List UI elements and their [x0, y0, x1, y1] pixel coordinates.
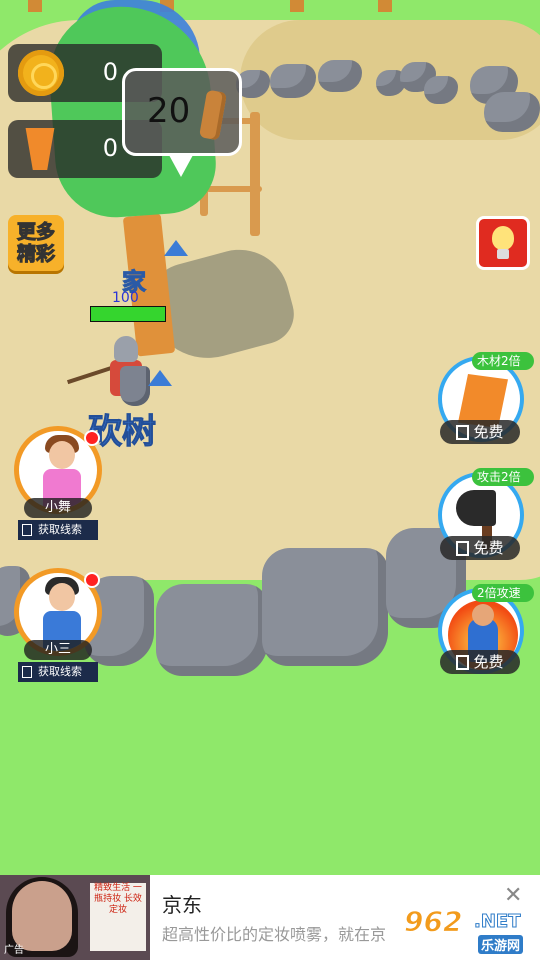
watermark-number: 962 — [403, 905, 463, 939]
watermark-net: .NET — [473, 911, 521, 933]
video-icon — [456, 540, 470, 556]
more-games-button[interactable]: 更多 精彩 — [8, 215, 64, 271]
player-hp-bar — [90, 306, 166, 322]
axe-icon — [456, 490, 496, 526]
ad-image[interactable]: 精致生活 一瓶持妆 长效定妆 广告 — [0, 875, 150, 960]
coin-icon — [18, 50, 64, 96]
wood-count: 0 — [102, 134, 118, 162]
npc-name-xiaosan: 小三 — [24, 640, 92, 660]
rock — [484, 92, 540, 132]
hint-button[interactable] — [476, 216, 530, 270]
tree-stump — [28, 0, 42, 12]
tree-wood-amount: 20 — [147, 91, 191, 131]
chop-tree-label: 砍树 — [88, 412, 157, 453]
video-icon — [22, 666, 32, 678]
lightbulb-base — [497, 249, 509, 259]
player-hp-value: 100 — [112, 290, 139, 306]
more-games-line1: 更多 — [16, 221, 55, 244]
site-watermark: 962 .NET 乐游网 — [403, 905, 534, 955]
npc-face — [49, 583, 75, 611]
notification-dot — [84, 430, 100, 446]
log-icon — [198, 89, 228, 141]
video-icon — [22, 524, 32, 536]
free-button-speed[interactable]: 免费 — [440, 650, 520, 674]
watermark-site-name: 乐游网 — [478, 935, 524, 954]
get-clue-label: 获取线索 — [38, 523, 82, 536]
video-icon — [456, 654, 470, 670]
ad-product-panel: 精致生活 一瓶持妆 长效定妆 — [90, 883, 146, 951]
video-icon — [456, 424, 470, 440]
free-button-wood[interactable]: 免费 — [440, 420, 520, 444]
boost-tag-speed: 2倍攻速 — [472, 584, 534, 602]
tree-stump — [290, 0, 304, 12]
get-clue-button-xiaowu[interactable]: 获取线索 — [18, 520, 98, 540]
npc-face — [49, 441, 75, 469]
free-label: 免费 — [473, 653, 504, 671]
notification-dot — [84, 572, 100, 588]
player-hp-fill — [91, 307, 165, 321]
get-clue-button-xiaosan[interactable]: 获取线索 — [18, 662, 98, 682]
more-games-line2: 精彩 — [16, 243, 55, 266]
strongman-head — [472, 604, 494, 626]
npc-name-xiaowu: 小舞 — [24, 498, 92, 518]
ad-title[interactable]: 京东 — [162, 889, 202, 918]
tree-wood-bubble: 20 — [122, 68, 242, 177]
tree-stump — [378, 0, 392, 12]
fence-post — [250, 112, 260, 236]
knight-shield — [120, 366, 150, 406]
knight-helmet — [114, 336, 138, 362]
arrow-up-icon — [164, 240, 188, 256]
free-button-attack[interactable]: 免费 — [440, 536, 520, 560]
boost-tag-wood: 木材2倍 — [472, 352, 534, 370]
rock — [262, 548, 388, 666]
coin-count: 0 — [102, 58, 118, 86]
wood-icon — [25, 128, 55, 170]
ad-label: 广告 — [4, 945, 24, 956]
free-label: 免费 — [473, 539, 504, 557]
free-label: 免费 — [473, 423, 504, 441]
rock — [156, 584, 268, 676]
ad-description[interactable]: 超高性价比的定妆喷雾，就在京 — [162, 921, 386, 945]
ad-banner[interactable]: 精致生活 一瓶持妆 长效定妆 广告 京东 超高性价比的定妆喷雾，就在京 ✕ 96… — [0, 875, 540, 960]
boost-tag-attack: 攻击2倍 — [472, 468, 534, 486]
get-clue-label: 获取线索 — [38, 665, 82, 678]
lightbulb-icon — [492, 226, 514, 250]
arrow-up-icon — [148, 370, 172, 386]
